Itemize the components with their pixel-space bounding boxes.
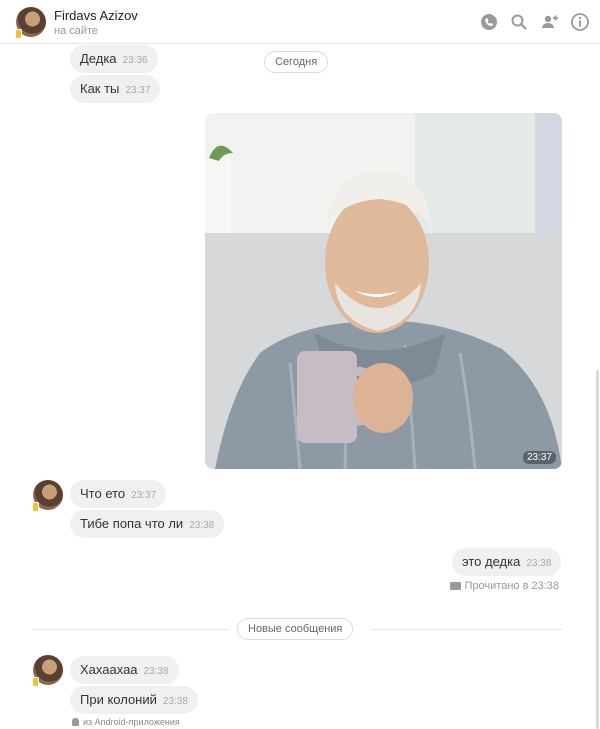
photo-message[interactable]: 23:37 bbox=[205, 113, 562, 469]
message-text: Как ты bbox=[80, 81, 120, 96]
android-icon bbox=[72, 718, 79, 726]
separator-line bbox=[33, 629, 230, 630]
message-list[interactable]: Сегодня Дедка 23:36 Как ты 23:37 23:37 Ч… bbox=[0, 0, 600, 729]
new-messages-separator: Новые сообщения bbox=[237, 618, 354, 640]
message-bubble[interactable]: Что ето 23:37 bbox=[70, 480, 167, 508]
message-time: 23:37 bbox=[125, 85, 151, 96]
date-separator: Сегодня bbox=[264, 51, 329, 73]
message-bubble[interactable]: Хахаахаа 23:38 bbox=[70, 656, 179, 684]
message-bubble[interactable]: Тибе попа что ли 23:38 bbox=[70, 510, 225, 538]
message-time: 23:38 bbox=[526, 558, 552, 569]
read-receipt-text: Прочитано в 23:38 bbox=[464, 580, 559, 592]
message-text: Тибе попа что ли bbox=[80, 516, 184, 531]
sender-avatar[interactable] bbox=[32, 655, 63, 687]
message-time: 23:38 bbox=[162, 696, 188, 707]
sender-avatar[interactable] bbox=[32, 480, 63, 512]
separator-line bbox=[370, 629, 562, 630]
source-note: из Android-приложения bbox=[72, 717, 180, 727]
message-text: Хахаахаа bbox=[80, 662, 138, 677]
mobile-badge-icon bbox=[32, 502, 39, 512]
message-text: Дедка bbox=[80, 51, 117, 66]
message-text: Что ето bbox=[80, 486, 126, 501]
mobile-badge-icon bbox=[32, 677, 39, 687]
photo-image bbox=[205, 113, 562, 469]
photo-time: 23:37 bbox=[522, 451, 556, 464]
envelope-icon bbox=[449, 582, 461, 590]
message-bubble[interactable]: При колоний 23:38 bbox=[70, 686, 198, 714]
message-time: 23:37 bbox=[131, 490, 157, 501]
scrollbar[interactable] bbox=[596, 370, 599, 729]
read-receipt: Прочитано в 23:38 bbox=[449, 580, 559, 592]
message-bubble-outgoing[interactable]: это дедка 23:38 bbox=[452, 548, 562, 576]
message-bubble[interactable]: Как ты 23:37 bbox=[70, 75, 161, 103]
message-bubble[interactable]: Дедка 23:36 bbox=[70, 45, 158, 73]
message-time: 23:36 bbox=[122, 55, 148, 66]
message-text: это дедка bbox=[462, 554, 521, 569]
message-text: При колоний bbox=[80, 692, 157, 707]
message-time: 23:38 bbox=[143, 666, 169, 677]
message-time: 23:38 bbox=[189, 520, 215, 531]
source-note-text: из Android-приложения bbox=[83, 717, 180, 727]
